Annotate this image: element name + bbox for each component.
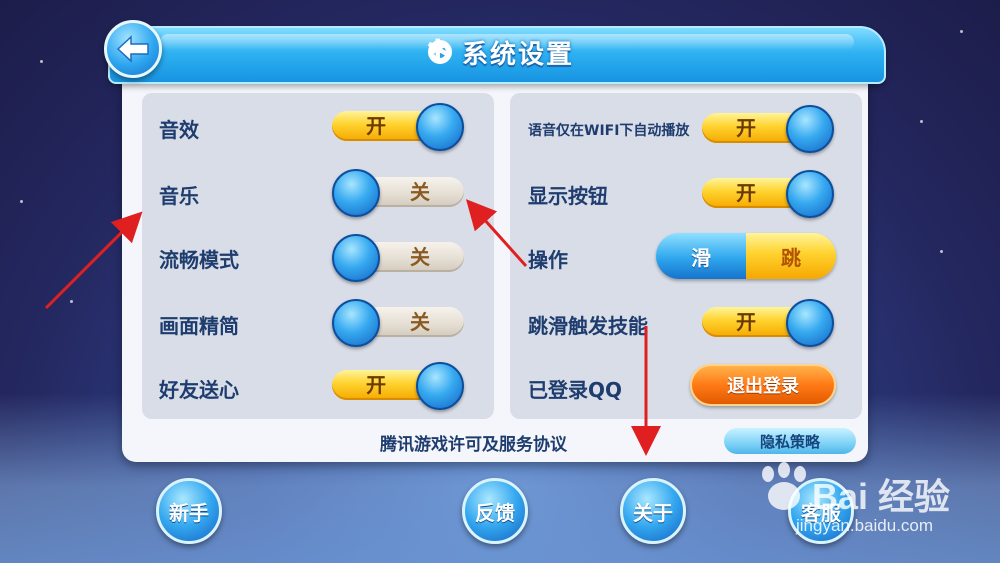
operation-label: 操作 [528, 248, 568, 272]
arrow-left-icon [116, 35, 149, 63]
page-title: 系统设置 [462, 39, 575, 70]
service-agreement-link[interactable]: 腾讯游戏许可及服务协议 [380, 430, 567, 455]
about-button[interactable]: 关于 [620, 478, 686, 544]
show-buttons-toggle[interactable]: 开 [702, 170, 834, 218]
operation-option-jump[interactable]: 跳 [746, 233, 836, 279]
jump-slide-skill-label: 跳滑触发技能 [528, 314, 648, 338]
friend-heart-label: 好友送心 [159, 378, 239, 402]
feedback-button[interactable]: 反馈 [462, 478, 528, 544]
qq-login-label: 已登录QQ [528, 378, 623, 402]
jump-slide-skill-toggle[interactable]: 开 [702, 299, 834, 347]
operation-segmented-control[interactable]: 滑 跳 [656, 233, 836, 279]
music-label: 音乐 [159, 184, 199, 208]
logout-button[interactable]: 退出登录 [690, 364, 836, 406]
sound-effect-label: 音效 [159, 118, 199, 142]
gear-icon [426, 36, 452, 64]
back-button[interactable] [104, 20, 162, 78]
page-title-group: 系统设置 [426, 32, 575, 72]
voice-wifi-toggle[interactable]: 开 [702, 105, 834, 153]
smooth-mode-label: 流畅模式 [159, 248, 239, 272]
friend-heart-toggle[interactable]: 开 [332, 362, 464, 410]
simple-graphics-label: 画面精简 [159, 314, 239, 338]
smooth-mode-toggle[interactable]: 关 [332, 234, 464, 282]
voice-wifi-label: 语音仅在WIFI下自动播放 [528, 123, 690, 139]
privacy-policy-button[interactable]: 隐私策略 [724, 428, 856, 454]
sound-effect-toggle[interactable]: 开 [332, 103, 464, 151]
newbie-button[interactable]: 新手 [156, 478, 222, 544]
operation-option-slide[interactable]: 滑 [656, 233, 746, 279]
annotation-arrow-1 [44, 211, 143, 310]
show-buttons-label: 显示按钮 [528, 184, 608, 208]
music-toggle[interactable]: 关 [332, 169, 464, 217]
simple-graphics-toggle[interactable]: 关 [332, 299, 464, 347]
customer-service-button[interactable]: 客服 [788, 478, 854, 544]
